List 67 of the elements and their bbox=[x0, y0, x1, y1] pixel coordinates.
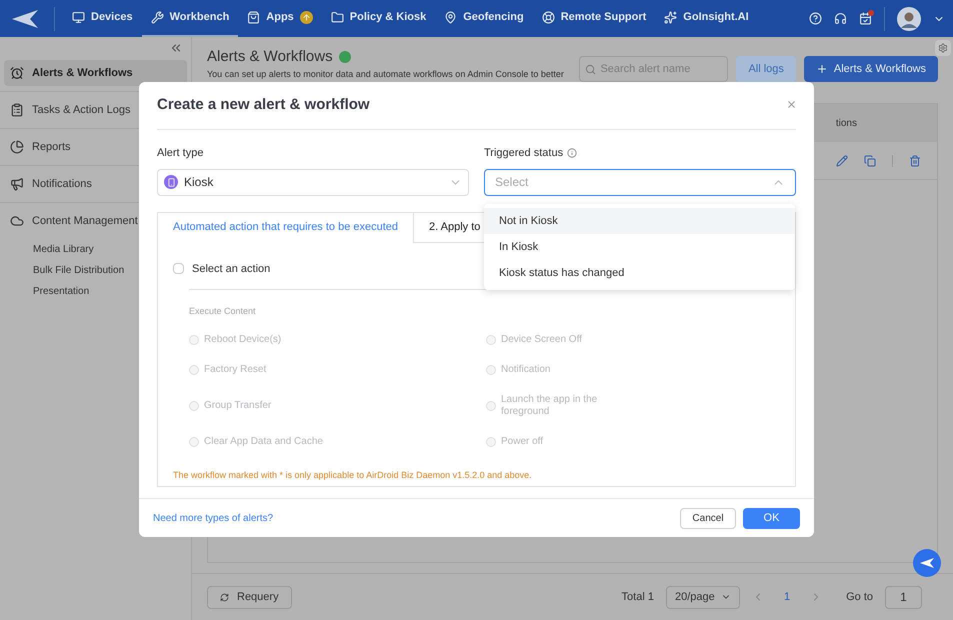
tablet-icon bbox=[72, 11, 85, 24]
page-title: Alerts & Workflows bbox=[207, 47, 333, 67]
action-label: Launch the app in the foreground bbox=[501, 394, 598, 418]
action-label: Reboot Device(s) bbox=[204, 334, 282, 346]
section-label: Execute Content bbox=[189, 305, 257, 318]
search-icon bbox=[585, 64, 596, 75]
help-link[interactable]: Need more types of alerts? bbox=[153, 510, 274, 526]
select-action-label: Select an action bbox=[192, 262, 270, 276]
alert-type-select[interactable]: Kiosk bbox=[157, 168, 469, 196]
dropdown-option[interactable]: Kiosk status has changed bbox=[484, 260, 795, 286]
clipboard-icon bbox=[10, 103, 24, 117]
logo-icon[interactable] bbox=[12, 10, 38, 28]
action-label: Factory Reset bbox=[204, 364, 266, 376]
page-size-select[interactable]: 20/page bbox=[666, 586, 740, 608]
paper-plane-icon bbox=[920, 558, 934, 568]
page-description: You can set up alerts to monitor data and automate workflows on Admin Console to better bbox=[207, 68, 564, 80]
sidebar-item[interactable]: Alerts & Workflows bbox=[4, 60, 187, 86]
megaphone-icon bbox=[10, 177, 24, 191]
triggered-status-label: Triggered status bbox=[484, 146, 564, 161]
requery-button[interactable]: Requery bbox=[207, 586, 292, 608]
android-icon bbox=[338, 51, 351, 64]
action-label: Device Screen Off bbox=[501, 334, 582, 346]
assistant-button[interactable] bbox=[913, 549, 941, 577]
avatar-icon[interactable] bbox=[897, 6, 921, 30]
nav-tab[interactable]: Geofencing bbox=[435, 0, 533, 37]
action-label: Notification bbox=[501, 364, 550, 376]
copy-icon[interactable] bbox=[864, 154, 876, 166]
bag-icon bbox=[247, 11, 260, 24]
cloud-icon bbox=[10, 214, 24, 228]
info-icon bbox=[567, 148, 578, 158]
dropdown-option[interactable]: Not in Kiosk bbox=[484, 208, 795, 234]
plus-icon bbox=[816, 63, 828, 75]
help-icon[interactable] bbox=[809, 12, 822, 25]
modal-title: Create a new alert & workflow bbox=[157, 95, 370, 116]
checkbox[interactable] bbox=[173, 263, 184, 274]
total-count: Total 1 bbox=[622, 590, 654, 605]
delete-icon[interactable] bbox=[909, 154, 921, 166]
ok-button[interactable]: OK bbox=[743, 508, 800, 528]
calendar-icon[interactable] bbox=[859, 12, 872, 25]
edit-icon[interactable] bbox=[836, 154, 848, 166]
refresh-icon bbox=[220, 592, 229, 602]
action-label: Power off bbox=[501, 436, 544, 448]
column-header: tions bbox=[836, 116, 857, 130]
headset-icon[interactable] bbox=[834, 12, 847, 25]
action-label: Clear App Data and Cache bbox=[204, 436, 323, 448]
add-alert-button[interactable]: Alerts & Workflows bbox=[804, 56, 938, 82]
lifebuoy-icon bbox=[542, 11, 555, 24]
settings-icon[interactable] bbox=[935, 40, 951, 56]
nav-tab[interactable]: Remote Support bbox=[532, 0, 656, 37]
close-icon[interactable] bbox=[786, 99, 797, 110]
alarm-icon bbox=[10, 66, 24, 80]
folder-icon bbox=[330, 11, 344, 24]
action-label: Group Transfer bbox=[204, 400, 272, 412]
note-text: The workflow marked with * is only applicable to AirDroid Biz Daemon v1.5.2.0 and above. bbox=[173, 468, 533, 482]
cancel-button[interactable]: Cancel bbox=[680, 508, 736, 528]
pie-chart-icon bbox=[10, 140, 24, 154]
go-to-field[interactable]: 1 bbox=[885, 586, 922, 608]
tools-icon bbox=[150, 11, 164, 24]
nav-tab[interactable]: Devices bbox=[63, 0, 142, 37]
nav-tab[interactable]: Apps bbox=[238, 0, 322, 37]
nav-tab[interactable]: GoInsight.AI bbox=[655, 0, 758, 37]
sparkle-icon bbox=[664, 11, 678, 24]
go-to-label: Go to bbox=[846, 590, 873, 605]
nav-tab[interactable]: Policy & Kiosk bbox=[322, 0, 436, 37]
kiosk-icon bbox=[164, 175, 178, 189]
map-pin-icon bbox=[444, 11, 458, 24]
alert-type-label: Alert type bbox=[157, 146, 204, 161]
